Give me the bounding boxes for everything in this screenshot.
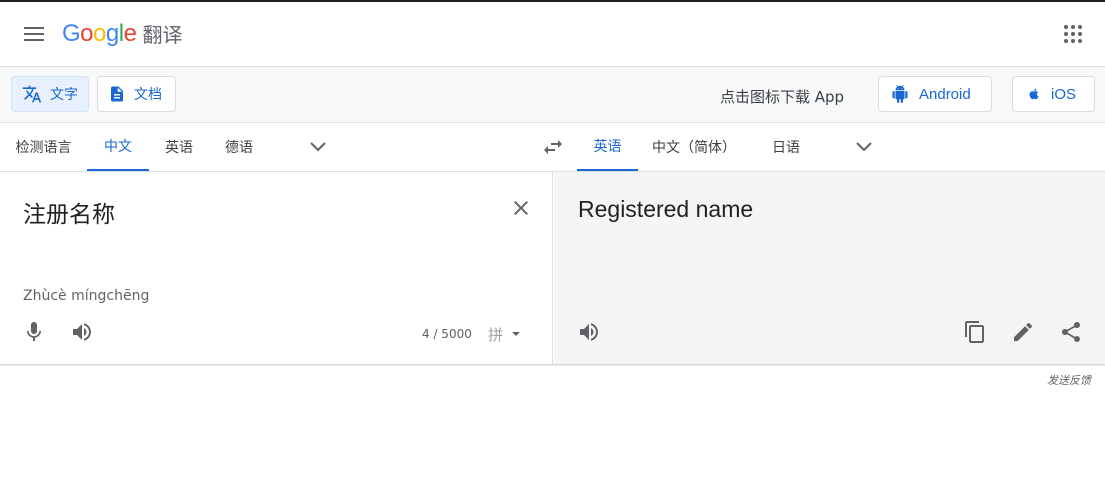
- android-label: Android: [919, 85, 971, 103]
- target-lang-english-tab[interactable]: 英语: [577, 123, 638, 171]
- mode-toolbar: 文字 文档 点击图标下载 App Android iOS: [0, 67, 1105, 123]
- app-header: Google 翻译: [0, 2, 1105, 67]
- edit-translation-button[interactable]: [1011, 320, 1035, 344]
- swap-arrows-icon: [544, 140, 562, 154]
- caret-down-icon: [512, 332, 521, 336]
- target-lang-chinese-simplified-tab[interactable]: 中文（简体）: [642, 123, 746, 171]
- copy-icon: [965, 321, 984, 343]
- text-mode-label: 文字: [50, 87, 78, 103]
- target-lang-more-button[interactable]: [852, 135, 876, 159]
- source-lang-detect-tab[interactable]: 检测语言: [0, 123, 87, 171]
- translation-output: Registered name: [578, 196, 754, 222]
- microphone-icon: [27, 322, 41, 341]
- logo-letter: G: [62, 19, 81, 47]
- swap-languages-button[interactable]: [541, 135, 565, 159]
- logo-letter: g: [105, 19, 119, 47]
- lang-tab-label: 英语: [593, 139, 622, 155]
- android-app-button[interactable]: Android: [878, 76, 992, 112]
- main-menu-button[interactable]: [22, 22, 46, 46]
- lang-tab-label: 英语: [165, 140, 193, 156]
- pencil-icon: [1014, 322, 1033, 341]
- ios-app-button[interactable]: iOS: [1012, 76, 1095, 112]
- logo-letter: o: [80, 19, 94, 47]
- source-romanization: Zhùcè míngchēng: [23, 288, 150, 304]
- google-translate-logo[interactable]: Google 翻译: [62, 19, 182, 48]
- listen-translation-button[interactable]: [577, 320, 601, 344]
- language-bar: 检测语言 中文 英语 德语 英语 中文（简体） 日语: [0, 123, 1105, 172]
- download-app-text: 点击图标下载 App: [720, 88, 845, 106]
- share-translation-button[interactable]: [1059, 320, 1083, 344]
- android-icon: [892, 85, 908, 103]
- target-lang-japanese-tab[interactable]: 日语: [756, 123, 816, 171]
- lang-tab-label: 中文: [104, 139, 132, 155]
- source-text-input[interactable]: 注册名称: [23, 195, 115, 229]
- lang-tab-label: 日语: [772, 140, 800, 156]
- document-icon: [111, 86, 123, 102]
- chevron-down-icon: [856, 142, 872, 152]
- speaker-icon: [73, 323, 91, 341]
- lang-tab-label: 中文（简体）: [652, 140, 736, 156]
- document-mode-button[interactable]: 文档: [97, 76, 176, 112]
- input-method-button[interactable]: 拼: [488, 322, 525, 346]
- google-apps-button[interactable]: [1061, 22, 1085, 46]
- google-wordmark: Google: [62, 19, 137, 48]
- translate-icon: [22, 85, 42, 103]
- voice-input-button[interactable]: [22, 320, 46, 344]
- source-lang-german-tab[interactable]: 德语: [209, 123, 269, 171]
- logo-letter: e: [123, 19, 137, 47]
- lang-tab-label: 德语: [225, 140, 253, 156]
- source-lang-chinese-tab[interactable]: 中文: [87, 123, 149, 171]
- speaker-icon: [580, 323, 598, 341]
- close-icon: [514, 201, 528, 215]
- copy-translation-button[interactable]: [963, 320, 987, 344]
- apple-icon: [1029, 88, 1039, 100]
- translation-panel: Registered name: [554, 172, 1105, 364]
- send-feedback-link[interactable]: 发送反馈: [1047, 372, 1091, 388]
- input-method-label: 拼: [488, 325, 504, 344]
- lang-tab-label: 检测语言: [15, 140, 72, 156]
- hamburger-menu-icon: [24, 27, 44, 41]
- document-mode-label: 文档: [134, 87, 162, 103]
- logo-letter: o: [93, 19, 106, 47]
- character-count: 4 / 5000: [422, 327, 472, 341]
- chevron-down-icon: [310, 142, 326, 152]
- text-mode-button[interactable]: 文字: [11, 76, 89, 112]
- share-icon: [1062, 322, 1080, 342]
- listen-source-button[interactable]: [70, 320, 94, 344]
- product-name: 翻译: [142, 23, 183, 47]
- clear-source-button[interactable]: [509, 196, 533, 220]
- ios-label: iOS: [1051, 85, 1077, 103]
- source-lang-english-tab[interactable]: 英语: [149, 123, 209, 171]
- panels-bottom-shadow: [0, 364, 1105, 366]
- apps-grid-icon: [1064, 25, 1082, 43]
- source-lang-more-button[interactable]: [306, 135, 330, 159]
- source-panel: 注册名称 Zhùcè míngchēng 4 / 5000 拼: [0, 172, 553, 364]
